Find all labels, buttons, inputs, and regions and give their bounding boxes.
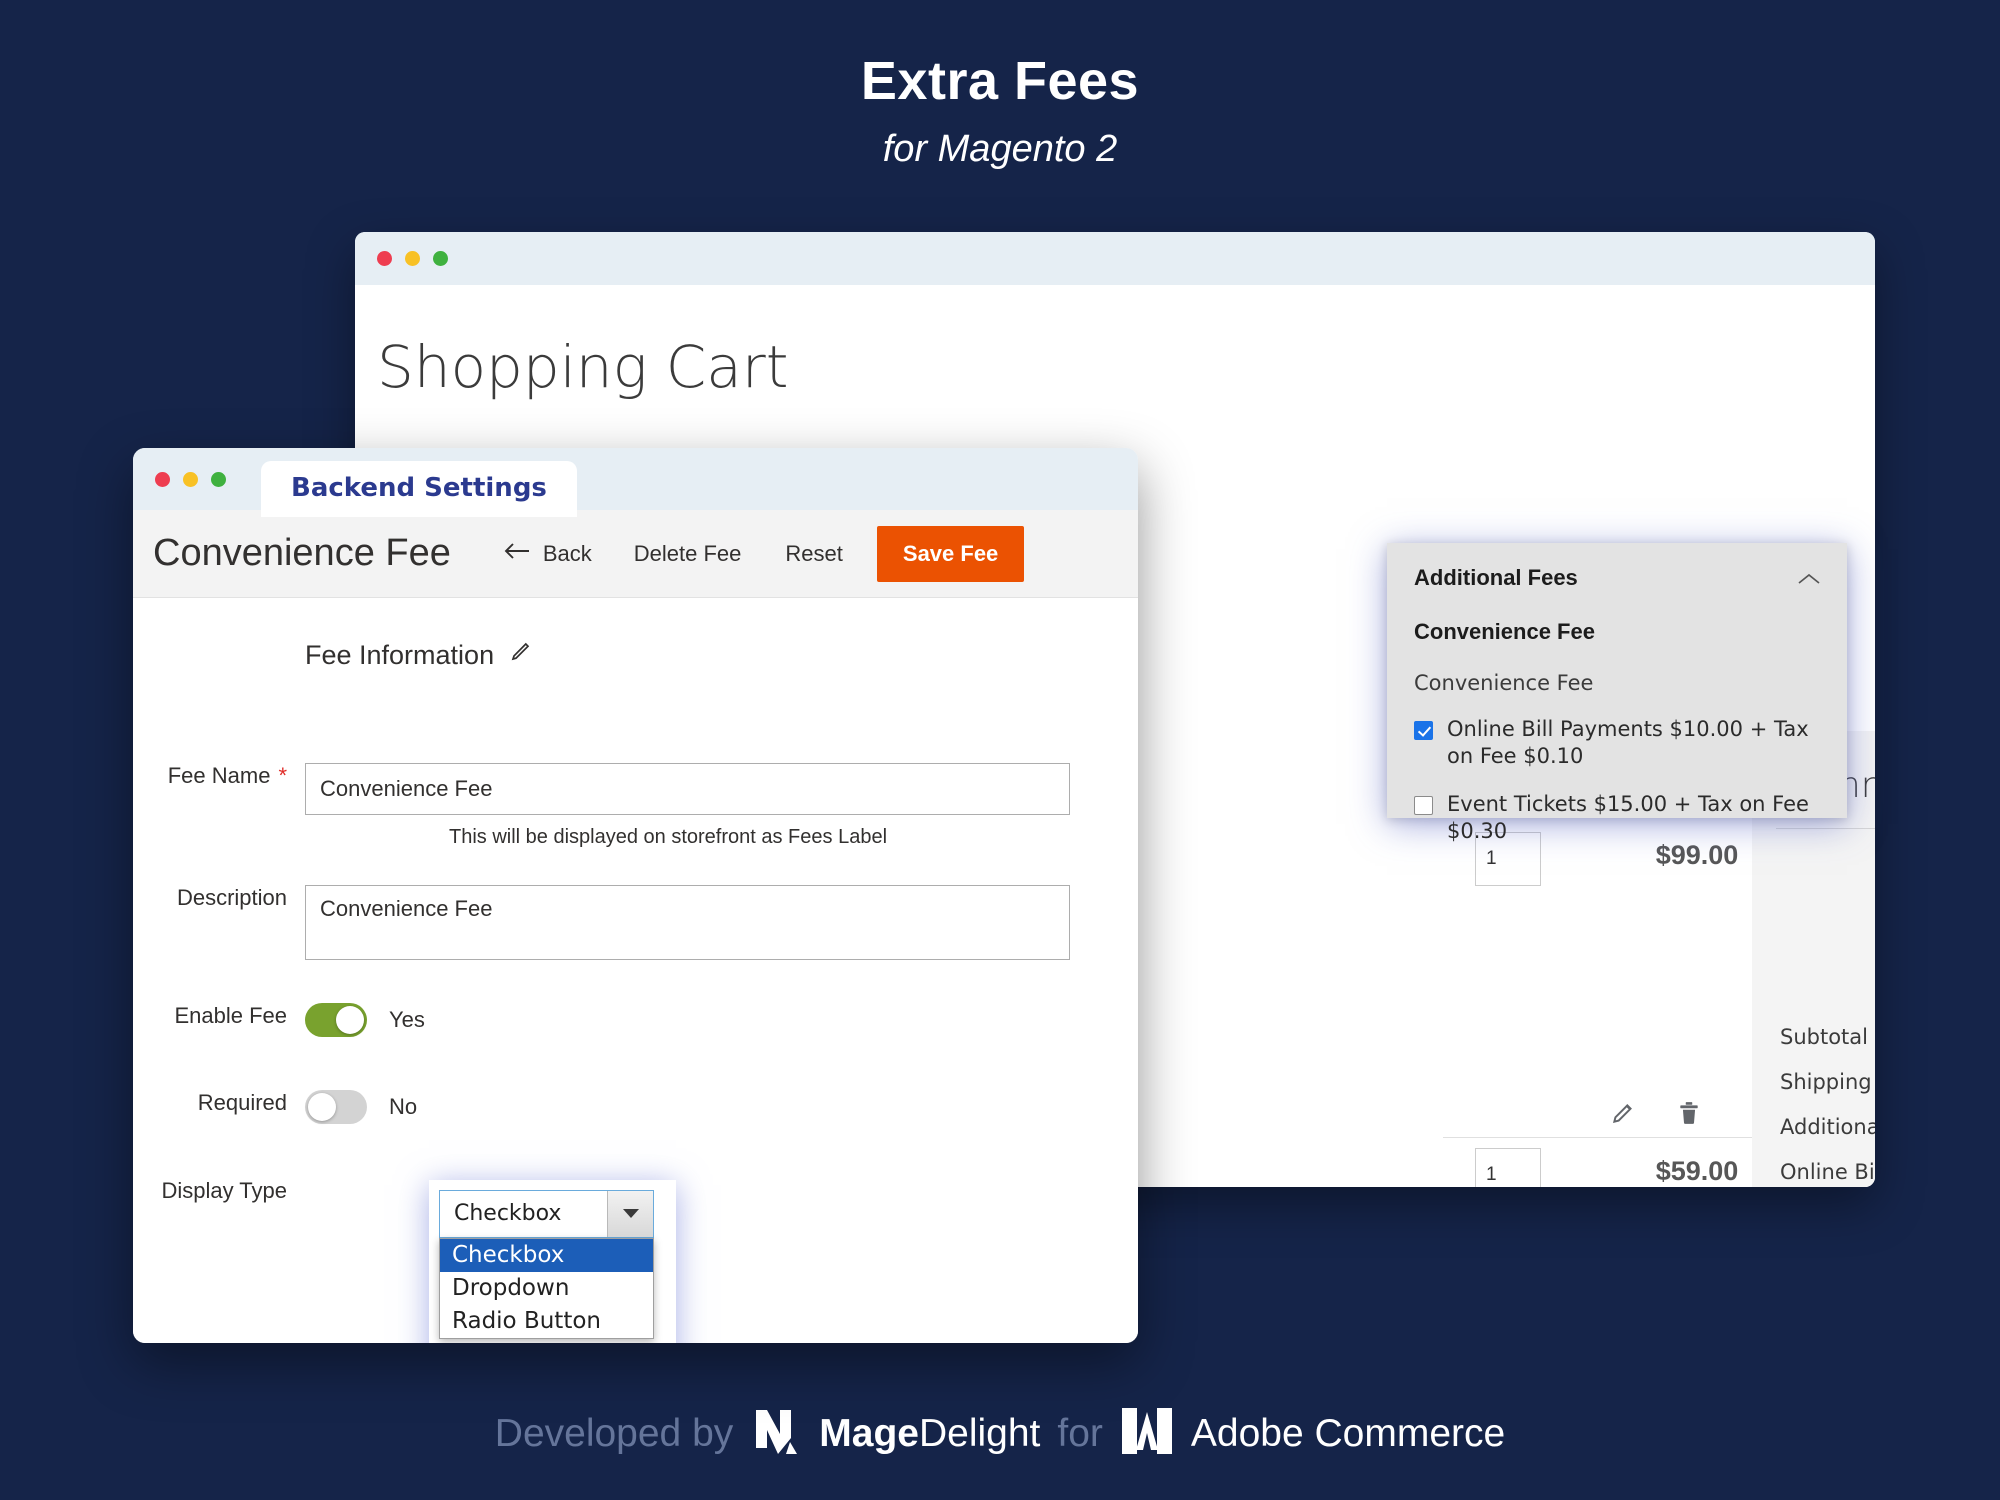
arrow-left-icon — [503, 541, 531, 567]
total-row-additional-fees[interactable]: Additional Fees $15.20 — [1780, 1115, 1875, 1139]
page-subtitle: for Magento 2 — [882, 128, 1118, 170]
additional-fees-popup: Additional Fees Convenience Fee Convenie… — [1387, 543, 1847, 843]
field-enable-fee: Enable Fee Yes — [133, 1003, 425, 1037]
back-button-label: Back — [542, 540, 592, 566]
display-type-options-list: Checkbox Dropdown Radio Button — [439, 1237, 654, 1339]
footer-branding: Developed by MageDelight for Adobe Comme… — [0, 1404, 2000, 1463]
fee-name-input[interactable] — [305, 763, 1070, 815]
backend-form: Fee Information Fee Name * This will be … — [133, 598, 1138, 1343]
close-window-button[interactable] — [155, 471, 170, 487]
back-button[interactable]: Back — [503, 541, 592, 567]
display-type-option-radio-button[interactable]: Radio Button — [440, 1305, 653, 1338]
display-type-selected-value: Checkbox — [454, 1201, 562, 1226]
total-label: Subtotal — [1780, 1025, 1868, 1049]
enable-fee-state: Yes — [389, 1007, 425, 1032]
total-label-group: Additional Fees — [1780, 1115, 1875, 1139]
close-window-button[interactable] — [377, 251, 392, 266]
description-textarea[interactable] — [305, 885, 1070, 960]
enable-fee-toggle[interactable] — [305, 1003, 367, 1037]
display-type-select-expanded: Checkbox Checkbox Dropdown Radio Button — [429, 1179, 676, 1343]
display-type-select[interactable]: Checkbox — [439, 1189, 654, 1238]
total-label: Online Bill Payments — [1780, 1160, 1875, 1184]
enable-fee-label: Enable Fee — [174, 1003, 287, 1028]
fee-group-description: Convenience Fee — [1414, 671, 1594, 695]
delete-fee-button[interactable]: Delete Fee — [634, 541, 742, 567]
row-actions-1 — [1610, 1100, 1702, 1126]
backend-toolbar: Convenience Fee Back Delete Fee Reset Sa… — [133, 510, 1138, 598]
minimize-window-button[interactable] — [183, 471, 198, 487]
display-type-option-checkbox[interactable]: Checkbox — [440, 1238, 653, 1272]
fee-page-title: Convenience Fee — [153, 532, 451, 574]
fee-option-label: Online Bill Payments $10.00 + Tax on Fee… — [1447, 717, 1809, 768]
reset-button[interactable]: Reset — [785, 541, 842, 567]
page-title: Extra Fees — [860, 51, 1140, 111]
additional-fees-header[interactable]: Additional Fees — [1414, 565, 1820, 591]
display-type-option-dropdown[interactable]: Dropdown — [440, 1272, 653, 1305]
fee-name-label-wrap: Fee Name * — [133, 763, 305, 789]
save-fee-button[interactable]: Save Fee — [876, 525, 1025, 582]
field-fee-name: Fee Name * — [133, 763, 1070, 815]
section-title-label: Fee Information — [305, 640, 495, 670]
magedelight-logo-icon — [750, 1404, 802, 1463]
fee-group-title: Convenience Fee — [1414, 619, 1595, 644]
summary-totals-list: Subtotal $158.00 Shipping (Flat Rate - F… — [1780, 1025, 1875, 1187]
required-marker: * — [278, 763, 287, 788]
fee-name-note: This will be displayed on storefront as … — [449, 826, 888, 848]
enable-fee-control: Yes — [305, 1003, 425, 1037]
fee-option-row[interactable]: Online Bill Payments $10.00 + Tax on Fee… — [1414, 716, 1820, 770]
required-label: Required — [197, 1090, 287, 1115]
enable-fee-label-wrap: Enable Fee — [133, 1003, 305, 1029]
description-label-wrap: Description — [133, 885, 305, 911]
platform-name: Adobe Commerce — [1190, 1411, 1506, 1455]
display-type-label-wrap: Display Type — [133, 1178, 305, 1204]
fee-information-section-title: Fee Information — [305, 640, 532, 671]
adobe-logo-icon — [1120, 1406, 1174, 1461]
delete-item-icon[interactable] — [1676, 1100, 1702, 1126]
maximize-window-button[interactable] — [433, 251, 448, 266]
total-label: Additional Fees — [1780, 1115, 1875, 1139]
vendor-name-bold: Mage — [819, 1411, 919, 1455]
chevron-down-icon[interactable] — [607, 1190, 653, 1237]
toggle-knob — [308, 1093, 336, 1121]
fee-name-label: Fee Name — [167, 763, 271, 788]
required-toggle[interactable] — [305, 1090, 367, 1124]
required-control: No — [305, 1090, 417, 1124]
fee-option-label: Event Tickets $15.00 + Tax on Fee $0.30 — [1447, 791, 1809, 843]
total-row: Subtotal $158.00 — [1780, 1025, 1875, 1049]
maximize-window-button[interactable] — [211, 471, 226, 487]
field-description: Description — [133, 885, 1070, 960]
qty-input-row-2[interactable]: 1 — [1475, 1148, 1541, 1187]
total-row: Shipping (Flat Rate - Fixed) $10.00 — [1780, 1070, 1875, 1094]
tab-backend-settings[interactable]: Backend Settings — [261, 461, 577, 517]
pencil-icon[interactable] — [508, 640, 532, 671]
total-label: Shipping (Flat Rate - Fixed) — [1780, 1070, 1875, 1094]
chevron-up-icon[interactable] — [1798, 565, 1820, 591]
vendor-name-light: Delight — [918, 1411, 1041, 1455]
cart-window-titlebar — [355, 232, 1875, 285]
backend-window-titlebar: Backend Settings — [133, 448, 1138, 517]
fee-option-checkbox[interactable] — [1414, 795, 1433, 815]
required-label-wrap: Required — [133, 1090, 305, 1116]
field-required: Required No — [133, 1090, 417, 1124]
display-type-label: Display Type — [161, 1178, 287, 1203]
cart-heading: Shopping Cart — [377, 333, 789, 401]
fee-option-row[interactable]: Event Tickets $15.00 + Tax on Fee $0.30 — [1414, 791, 1820, 845]
additional-fees-title: Additional Fees — [1414, 565, 1578, 590]
required-state: No — [389, 1094, 418, 1119]
minimize-window-button[interactable] — [405, 251, 420, 266]
developed-by-label: Developed by — [494, 1411, 734, 1455]
vendor-name: MageDelight — [819, 1412, 1040, 1456]
for-label: for — [1057, 1411, 1103, 1455]
fee-option-checkbox[interactable] — [1414, 721, 1433, 740]
toggle-knob — [336, 1006, 364, 1034]
total-row: Online Bill Payments $10.00 — [1780, 1160, 1875, 1184]
description-label: Description — [176, 885, 287, 910]
edit-item-icon[interactable] — [1610, 1100, 1636, 1126]
backend-settings-window: Backend Settings Convenience Fee Back De… — [133, 448, 1138, 1343]
field-display-type: Display Type Checkbox Checkbox Dropdown … — [133, 1178, 676, 1343]
